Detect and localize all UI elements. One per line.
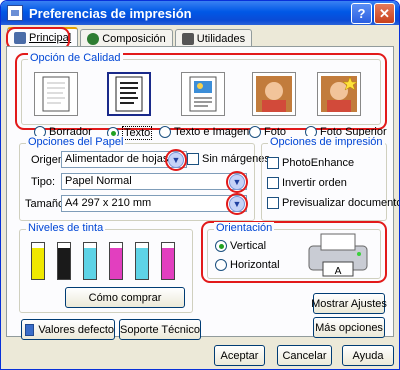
origin-value: Alimentador de hojas xyxy=(65,153,169,165)
photo-best-icon[interactable] xyxy=(317,72,361,116)
print-options-title: Opciones de impresión xyxy=(268,136,385,148)
photo-icon[interactable] xyxy=(252,72,296,116)
tools-icon xyxy=(181,32,194,45)
help-button[interactable]: ? xyxy=(351,3,372,24)
quality-title: Opción de Calidad xyxy=(28,52,123,64)
text-image-icon[interactable] xyxy=(181,72,225,116)
ink-level-fill xyxy=(162,248,174,279)
print-preferences-window: Preferencias de impresión ? ✕ Principal … xyxy=(0,0,400,370)
type-select[interactable]: Papel Normal xyxy=(61,173,247,190)
window-title: Preferencias de impresión xyxy=(29,5,192,21)
borderless-checkbox[interactable] xyxy=(187,153,199,165)
ink-levels-title: Niveles de tinta xyxy=(26,222,106,234)
type-value: Papel Normal xyxy=(65,175,132,187)
title-bar: Preferencias de impresión ? ✕ xyxy=(1,1,399,25)
type-label: Tipo: xyxy=(31,176,56,188)
vertical-radio[interactable] xyxy=(215,240,227,252)
text-image-radio[interactable] xyxy=(159,126,171,138)
horizontal-radio[interactable] xyxy=(215,259,227,271)
size-dropdown-highlight xyxy=(226,193,248,215)
close-button[interactable]: ✕ xyxy=(374,3,395,24)
support-button[interactable]: Soporte Técnico xyxy=(119,319,201,340)
size-value: A4 297 x 210 mm xyxy=(65,197,152,209)
borderless-label: Sin márgenes xyxy=(202,153,270,165)
photoenhance-option[interactable]: PhotoEnhance xyxy=(267,157,354,169)
quality-option-text-image[interactable]: Texto e Imagen xyxy=(159,126,249,138)
ink-cartridge xyxy=(135,242,149,280)
orientation-title: Orientación xyxy=(214,222,275,234)
reverse-order-checkbox[interactable] xyxy=(267,177,279,189)
paper-options-title: Opciones del Papel xyxy=(26,136,126,148)
tab-label: Utilidades xyxy=(196,32,246,45)
preview-checkbox[interactable] xyxy=(267,197,279,209)
photo-radio[interactable] xyxy=(249,126,261,138)
principal-panel: Opción de Calidad Borrador Texto Texto e… xyxy=(6,46,399,340)
vertical-option[interactable]: Vertical xyxy=(215,240,266,252)
ink-cartridge xyxy=(57,242,71,280)
horizontal-label: Horizontal xyxy=(230,259,280,271)
horizontal-option[interactable]: Horizontal xyxy=(215,259,280,271)
tab-label: Composición xyxy=(102,32,166,45)
photoenhance-label: PhotoEnhance xyxy=(282,157,355,169)
show-settings-button[interactable]: Mostrar Ajustes xyxy=(311,293,387,314)
preview-label: Previsualizar documento xyxy=(282,197,400,209)
ink-cartridge xyxy=(31,242,45,280)
ok-button[interactable]: Aceptar xyxy=(214,345,265,366)
origin-dropdown-highlight xyxy=(165,149,187,171)
type-dropdown-highlight xyxy=(226,171,248,193)
text-icon[interactable] xyxy=(107,72,151,116)
printer-icon xyxy=(7,5,23,21)
cancel-button[interactable]: Cancelar xyxy=(277,345,332,366)
layout-icon xyxy=(87,32,100,45)
tab-composicion[interactable]: Composición xyxy=(80,29,173,47)
ink-cartridge xyxy=(83,242,97,280)
preview-option[interactable]: Previsualizar documento xyxy=(267,197,400,209)
tab-utilidades[interactable]: Utilidades xyxy=(174,29,253,47)
svg-text:A: A xyxy=(335,266,342,277)
ink-level-fill xyxy=(110,248,122,279)
borderless-option[interactable]: Sin márgenes xyxy=(187,153,270,165)
draft-icon[interactable] xyxy=(34,72,78,116)
ink-level-fill xyxy=(84,248,96,279)
text-image-label: Texto e Imagen xyxy=(174,126,250,138)
defaults-icon xyxy=(25,323,35,336)
ink-level-fill xyxy=(136,248,148,279)
defaults-label: Valores defecto xyxy=(38,323,114,336)
more-options-button[interactable]: Más opciones xyxy=(313,317,385,338)
defaults-button[interactable]: Valores defecto xyxy=(21,319,115,340)
printer-preview-icon: A xyxy=(303,232,373,280)
how-to-buy-button[interactable]: Cómo comprar xyxy=(65,287,185,308)
ink-cartridge xyxy=(161,242,175,280)
help-dialog-button[interactable]: Ayuda xyxy=(342,345,394,366)
reverse-order-label: Invertir orden xyxy=(282,177,347,189)
reverse-order-option[interactable]: Invertir orden xyxy=(267,177,347,189)
size-select[interactable]: A4 297 x 210 mm xyxy=(61,195,247,212)
ink-level-fill xyxy=(32,248,44,279)
photoenhance-checkbox[interactable] xyxy=(267,157,279,169)
ink-level-fill xyxy=(58,248,70,279)
text-label: Texto xyxy=(122,126,153,140)
vertical-label: Vertical xyxy=(230,240,267,252)
ink-cartridge xyxy=(109,242,123,280)
